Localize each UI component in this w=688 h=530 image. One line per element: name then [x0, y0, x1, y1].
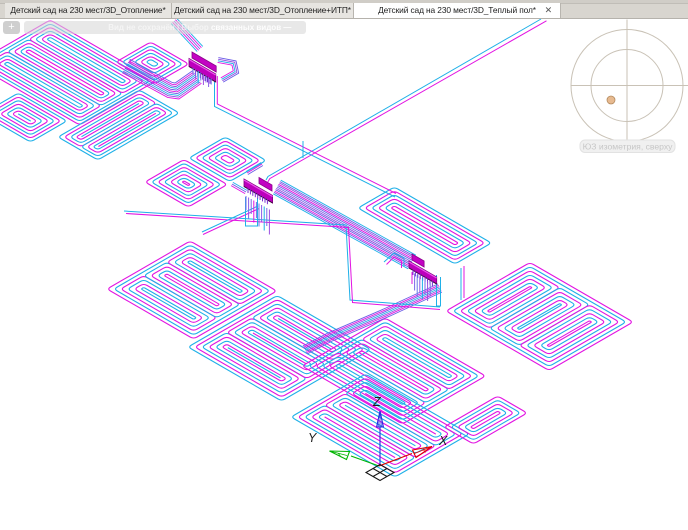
svg-text:Z: Z	[372, 395, 381, 409]
svg-text:X: X	[438, 434, 448, 448]
svg-text:ЮЗ изометрия, сверху: ЮЗ изометрия, сверху	[583, 141, 674, 151]
